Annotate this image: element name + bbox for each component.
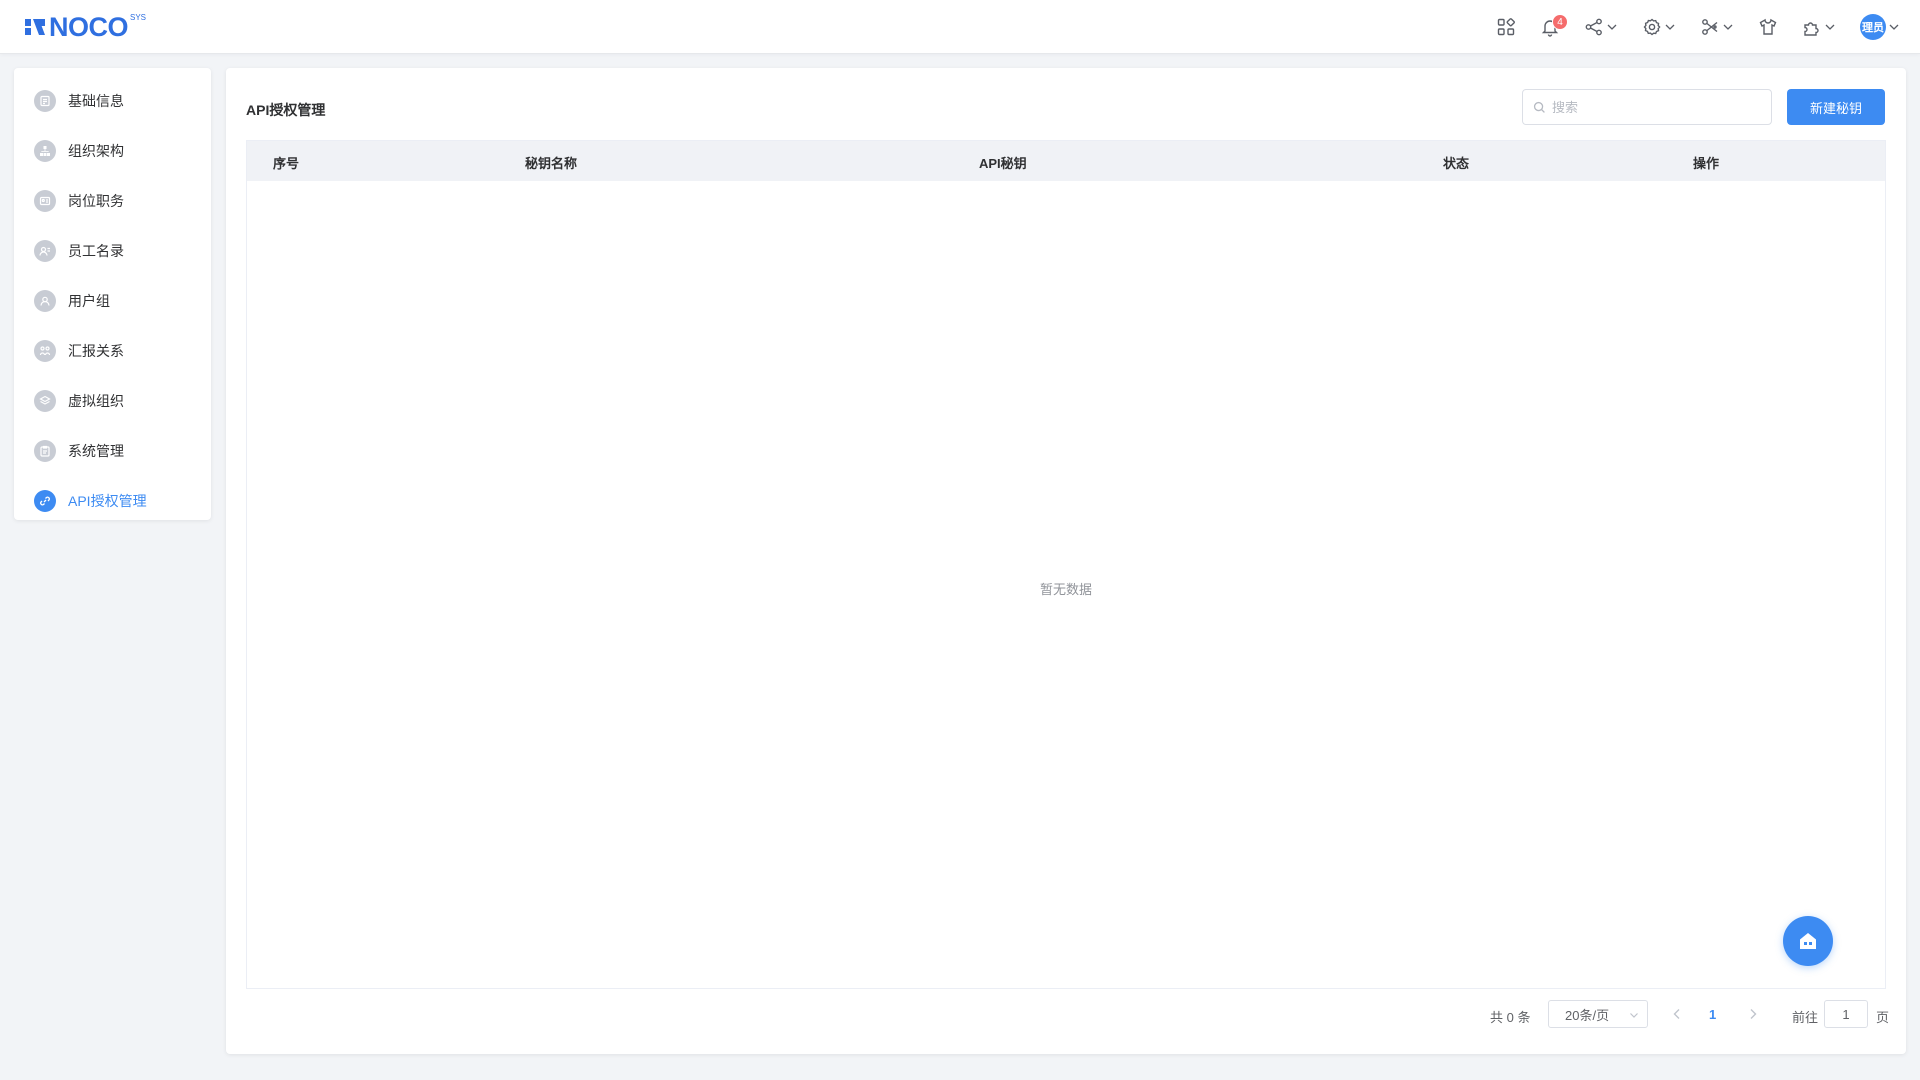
user-menu-button[interactable]: 理员 bbox=[1860, 0, 1900, 54]
chevron-down-icon bbox=[1630, 1013, 1638, 1018]
chevron-down-icon bbox=[1665, 24, 1675, 30]
logo-superscript: SYS bbox=[130, 12, 147, 22]
column-header-actions[interactable]: 操作 bbox=[1693, 153, 1719, 172]
search-icon bbox=[1533, 101, 1545, 113]
theme-button[interactable] bbox=[1758, 0, 1778, 54]
column-header-index[interactable]: 序号 bbox=[273, 153, 299, 172]
chevron-down-icon bbox=[1889, 24, 1899, 30]
sidebar-item-label: 岗位职务 bbox=[68, 193, 124, 209]
logo[interactable]: NOCO SYS bbox=[24, 12, 147, 42]
link-icon bbox=[34, 490, 56, 512]
column-header-status[interactable]: 状态 bbox=[1443, 153, 1469, 172]
chevron-down-icon bbox=[1723, 24, 1733, 30]
sidebar-item-label: API授权管理 bbox=[68, 493, 147, 509]
new-secret-key-button[interactable]: 新建秘钥 bbox=[1787, 89, 1885, 125]
sidebar-item-system-mgmt[interactable]: 系统管理 bbox=[14, 426, 211, 476]
sidebar-item-virtual-org[interactable]: 虚拟组织 bbox=[14, 376, 211, 426]
sidebar-item-user-groups[interactable]: 用户组 bbox=[14, 276, 211, 326]
chevron-down-icon bbox=[1607, 24, 1617, 30]
contacts-icon bbox=[34, 240, 56, 262]
notifications-button[interactable]: 4 bbox=[1540, 0, 1568, 54]
relation-icon bbox=[34, 340, 56, 362]
plugins-menu-button[interactable] bbox=[1802, 0, 1836, 54]
sidebar-item-employees[interactable]: 员工名录 bbox=[14, 226, 211, 276]
sidebar-item-label: 用户组 bbox=[68, 293, 110, 309]
user-group-icon bbox=[34, 290, 56, 312]
notification-badge: 4 bbox=[1552, 14, 1568, 30]
goto-page-input[interactable] bbox=[1824, 1000, 1868, 1028]
column-header-api-key[interactable]: API秘钥 bbox=[979, 153, 1027, 172]
sidebar-item-api-auth[interactable]: API授权管理 bbox=[14, 476, 211, 526]
sidebar-item-label: 员工名录 bbox=[68, 243, 124, 259]
share-icon bbox=[1585, 18, 1602, 36]
sidebar-item-label: 汇报关系 bbox=[68, 343, 124, 359]
search-input[interactable] bbox=[1552, 99, 1752, 115]
puzzle-icon bbox=[1804, 22, 1819, 36]
sidebar-item-label: 虚拟组织 bbox=[68, 393, 124, 409]
goto-unit-label: 页 bbox=[1876, 1010, 1890, 1025]
org-tree-icon bbox=[34, 140, 56, 162]
sidebar-nav: 基础信息 组织架构 岗位职务 员工名录 用户组 汇报关系 虚拟组织 系统管理 A… bbox=[14, 68, 211, 520]
logo-mark-icon bbox=[25, 19, 45, 35]
page-number-current[interactable]: 1 bbox=[1709, 1007, 1716, 1022]
gear-icon bbox=[1643, 18, 1661, 36]
sidebar-item-basic-info[interactable]: 基础信息 bbox=[14, 76, 211, 126]
document-icon bbox=[34, 90, 56, 112]
page-title: API授权管理 bbox=[246, 102, 326, 118]
logo-text: NOCO bbox=[49, 12, 129, 42]
top-header: NOCO SYS 4 理员 bbox=[0, 0, 1920, 54]
api-keys-table: 序号 秘钥名称 API秘钥 状态 操作 暂无数据 bbox=[246, 140, 1886, 989]
main-panel: API授权管理 新建秘钥 序号 秘钥名称 API秘钥 状态 操作 暂无数据 共 … bbox=[226, 68, 1906, 1054]
tshirt-icon bbox=[1759, 18, 1777, 35]
chevron-down-icon bbox=[1825, 24, 1835, 30]
page-size-value: 20条/页 bbox=[1565, 1007, 1610, 1023]
sidebar-item-org-structure[interactable]: 组织架构 bbox=[14, 126, 211, 176]
empty-state-text: 暂无数据 bbox=[1039, 582, 1092, 597]
home-float-button[interactable] bbox=[1783, 916, 1833, 966]
sidebar-item-label: 基础信息 bbox=[68, 93, 124, 109]
id-card-icon bbox=[34, 190, 56, 212]
sidebar-item-positions[interactable]: 岗位职务 bbox=[14, 176, 211, 226]
settings-menu-button[interactable] bbox=[1642, 0, 1676, 54]
sidebar-item-label: 组织架构 bbox=[68, 143, 124, 159]
clipboard-icon bbox=[34, 440, 56, 462]
home-icon bbox=[1800, 933, 1816, 949]
tools-menu-button[interactable] bbox=[1700, 0, 1734, 54]
next-page-icon[interactable] bbox=[1746, 1007, 1760, 1021]
column-header-key-name[interactable]: 秘钥名称 bbox=[525, 153, 577, 172]
share-menu-button[interactable] bbox=[1584, 0, 1618, 54]
apps-grid-icon bbox=[1497, 18, 1515, 36]
pagination: 共 0 条 20条/页 1 前往 页 bbox=[226, 1000, 1906, 1028]
prev-page-icon[interactable] bbox=[1670, 1007, 1684, 1021]
avatar: 理员 bbox=[1860, 14, 1886, 40]
layers-icon bbox=[34, 390, 56, 412]
search-box[interactable] bbox=[1522, 89, 1772, 125]
table-header: 序号 秘钥名称 API秘钥 状态 操作 bbox=[247, 141, 1885, 181]
tools-icon bbox=[1702, 19, 1718, 35]
apps-button[interactable] bbox=[1496, 0, 1516, 54]
sidebar-item-label: 系统管理 bbox=[68, 443, 124, 459]
header-toolbar: 4 理员 bbox=[1472, 0, 1900, 54]
sidebar-item-reporting[interactable]: 汇报关系 bbox=[14, 326, 211, 376]
page-size-select[interactable]: 20条/页 bbox=[1548, 1000, 1648, 1028]
pagination-total: 共 0 条 bbox=[1490, 1010, 1531, 1025]
goto-label: 前往 bbox=[1792, 1010, 1819, 1025]
